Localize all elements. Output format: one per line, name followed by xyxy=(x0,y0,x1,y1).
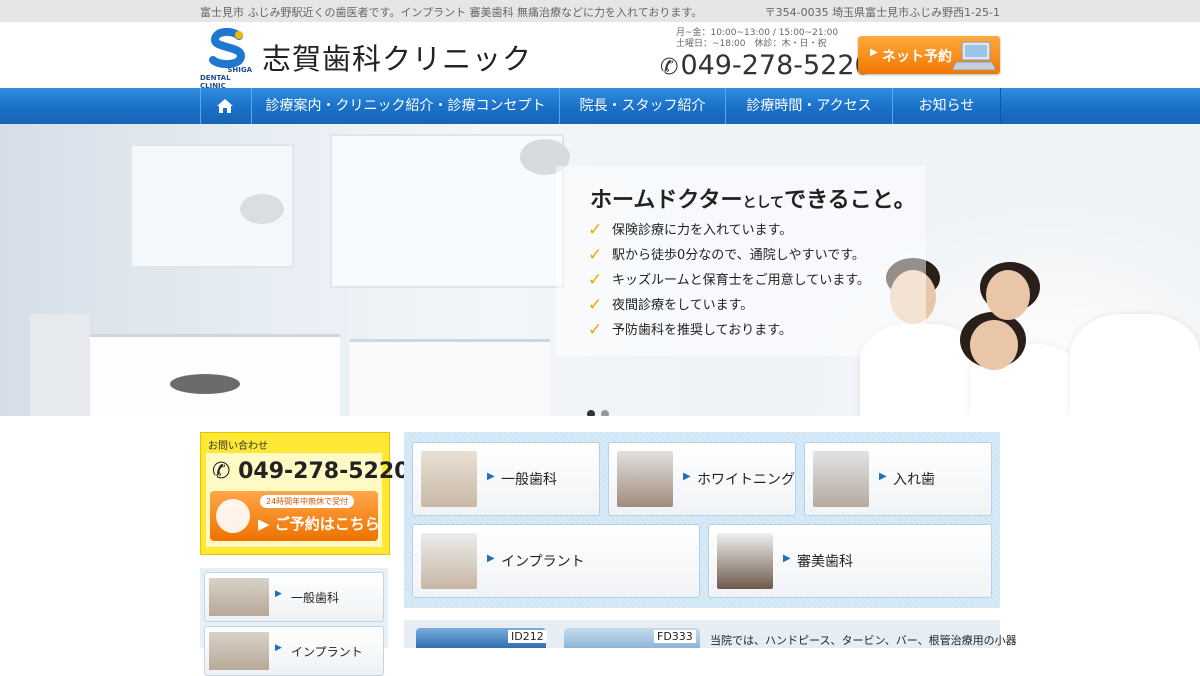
arrow-right-icon: ▶ xyxy=(487,471,495,482)
service-general-dentistry[interactable]: ▶ 一般歯科 xyxy=(412,442,600,516)
clinic-logo[interactable]: SHIGA DENTAL CLINIC xyxy=(200,28,258,90)
check-icon: ✓ xyxy=(588,270,603,290)
laptop-icon xyxy=(952,41,996,71)
whitening-thumbnail xyxy=(617,451,673,507)
contact-box: お問い合わせ ✆ 049-278-5220 24時間年中無休で受付 ▶ ご予約は… xyxy=(200,432,409,555)
header-phone[interactable]: ✆049-278-5220 xyxy=(660,50,872,81)
hero-title-b: として xyxy=(742,195,785,211)
hero-title-c: できること。 xyxy=(784,188,916,213)
list-item: ✓ 予防歯科を推奨しております。 xyxy=(588,318,870,343)
implant-thumbnail xyxy=(209,632,269,670)
side-item-label: 一般歯科 xyxy=(291,591,340,605)
clinic-address: 〒354-0035 埼玉県富士見市ふじみ野西1-25-1 xyxy=(764,6,1000,19)
service-label: ホワイトニング xyxy=(697,472,795,488)
contact-inner: ✆ 049-278-5220 24時間年中無休で受付 ▶ ご予約はこちら xyxy=(206,453,409,547)
service-whitening[interactable]: ▶ ホワイトニング xyxy=(608,442,796,516)
list-item: ✓ キッズルームと保育士をご用意しています。 xyxy=(588,268,870,293)
net-reservation-label: ネット予約 xyxy=(882,49,952,65)
hero-feature-list: ✓ 保険診療に力を入れています。 ✓ 駅から徒歩0分なので、通院しやすいです。 ✓ キ… xyxy=(588,218,870,343)
list-item: ✓ 駅から徒歩0分なので、通院しやすいです。 xyxy=(588,243,870,268)
general-dentistry-thumbnail xyxy=(209,578,269,616)
contact-label: お問い合わせ xyxy=(208,441,268,452)
feature-text: 保険診療に力を入れています。 xyxy=(612,223,793,238)
reserve-text: ご予約はこちら xyxy=(274,515,380,533)
net-reservation-button[interactable]: ▶ ネット予約 xyxy=(858,36,1000,74)
slide-dot-1[interactable] xyxy=(587,410,595,416)
nav-home[interactable] xyxy=(200,88,252,124)
arrow-right-icon: ▶ xyxy=(275,643,282,653)
home-icon xyxy=(217,99,233,113)
header-phone-number: 049-278-5220 xyxy=(680,50,872,81)
site-header: SHIGA DENTAL CLINIC 志賀歯科クリニック 月~金：10:00~… xyxy=(0,22,1200,90)
side-item-implant[interactable]: ▶ インプラント xyxy=(204,626,384,676)
nav-item-clinic-info[interactable]: 診療案内・クリニック紹介・診療コンセプト xyxy=(251,88,560,124)
tool-label-2: FD333 xyxy=(654,630,696,643)
feature-text: 駅から徒歩0分なので、通院しやすいです。 xyxy=(612,248,865,263)
nav-item-staff[interactable]: 院長・スタッフ紹介 xyxy=(559,88,726,124)
reserve-button[interactable]: 24時間年中無休で受付 ▶ ご予約はこちら xyxy=(210,491,380,541)
business-hours: 月~金：10:00~13:00 / 15:00~21:00 土曜日：~18:00… xyxy=(676,28,838,50)
reserve-label: ▶ ご予約はこちら xyxy=(258,515,380,533)
services-grid: ▶ 一般歯科 ▶ ホワイトニング ▶ 入れ歯 ▶ インプラント ▶ 審美歯科 xyxy=(404,432,1000,608)
top-info-bar: 富士見市 ふじみ野駅近くの歯医者です。インプラント 審美歯科 無痛治療などに力を… xyxy=(0,0,1200,22)
dentures-thumbnail xyxy=(813,451,869,507)
check-icon: ✓ xyxy=(588,320,603,340)
general-dentistry-thumbnail xyxy=(421,451,477,507)
service-dentures[interactable]: ▶ 入れ歯 xyxy=(804,442,992,516)
arrow-right-icon: ▶ xyxy=(783,553,791,564)
logo-text-shiga: SHIGA xyxy=(227,66,252,74)
side-item-label: インプラント xyxy=(291,645,363,659)
implant-thumbnail xyxy=(421,533,477,589)
global-nav: 診療案内・クリニック紹介・診療コンセプト 院長・スタッフ紹介 診療時間・アクセス… xyxy=(0,88,1200,124)
slide-indicator xyxy=(587,403,615,416)
site-description: 富士見市 ふじみ野駅近くの歯医者です。インプラント 審美歯科 無痛治療などに力を… xyxy=(200,6,703,19)
tool-label-1: ID212 xyxy=(508,630,547,643)
logo-s-icon xyxy=(209,28,246,68)
service-implant[interactable]: ▶ インプラント xyxy=(412,524,700,598)
hero-title: ホームドクターとしてできること。 xyxy=(590,182,916,214)
arrow-right-icon: ▶ xyxy=(879,471,887,482)
side-item-general[interactable]: ▶ 一般歯科 xyxy=(204,572,384,622)
home-doctor-panel: ホームドクターとしてできること。 ✓ 保険診療に力を入れています。 ✓ 駅から徒歩0… xyxy=(556,166,926,356)
service-label: 入れ歯 xyxy=(893,472,935,488)
sterilization-text: 当院では、ハンドピース、タービン、バー、根管治療用の小器 xyxy=(710,634,1017,647)
phone-icon: ✆ xyxy=(660,55,679,80)
contact-phone[interactable]: ✆ 049-278-5220 xyxy=(212,459,409,484)
hours-weekday: 月~金：10:00~13:00 / 15:00~21:00 xyxy=(676,28,839,38)
slide-dot-2[interactable] xyxy=(601,410,609,416)
arrow-right-icon: ▶ xyxy=(487,553,495,564)
feature-text: キッズルームと保育士をご用意しています。 xyxy=(612,273,870,288)
hero-title-a: ホームドクター xyxy=(590,188,743,213)
cosmetic-thumbnail xyxy=(717,533,773,589)
feature-text: 夜間診療をしています。 xyxy=(612,298,754,313)
list-item: ✓ 夜間診療をしています。 xyxy=(588,293,870,318)
service-label: 審美歯科 xyxy=(797,554,853,570)
hero-slideshow[interactable]: ホームドクターとしてできること。 ✓ 保険診療に力を入れています。 ✓ 駅から徒歩0… xyxy=(0,124,1200,416)
sterilization-section: ID212 FD333 当院では、ハンドピース、タービン、バー、根管治療用の小器 xyxy=(404,620,1017,648)
24h-badge: 24時間年中無休で受付 xyxy=(260,495,355,508)
service-cosmetic-dentistry[interactable]: ▶ 審美歯科 xyxy=(708,524,992,598)
service-label: 一般歯科 xyxy=(501,472,557,488)
service-label: インプラント xyxy=(501,554,585,570)
hours-saturday: 土曜日：~18:00 休診：木・日・祝 xyxy=(676,39,827,49)
nav-item-hours-access[interactable]: 診療時間・アクセス xyxy=(725,88,893,124)
list-item: ✓ 保険診療に力を入れています。 xyxy=(588,218,870,243)
feature-text: 予防歯科を推奨しております。 xyxy=(612,323,792,338)
check-icon: ✓ xyxy=(588,220,603,240)
clinic-name[interactable]: 志賀歯科クリニック xyxy=(262,36,532,78)
arrow-right-icon: ▶ xyxy=(870,47,878,58)
arrow-right-icon: ▶ xyxy=(683,471,691,482)
arrow-right-icon: ▶ xyxy=(275,589,282,599)
tooth-icon xyxy=(216,499,250,533)
nav-item-news[interactable]: お知らせ xyxy=(892,88,1001,124)
check-icon: ✓ xyxy=(588,295,603,315)
side-menu: ▶ 一般歯科 ▶ インプラント xyxy=(200,568,388,676)
check-icon: ✓ xyxy=(588,245,603,265)
contact-phone-number: 049-278-5220 xyxy=(238,459,410,484)
